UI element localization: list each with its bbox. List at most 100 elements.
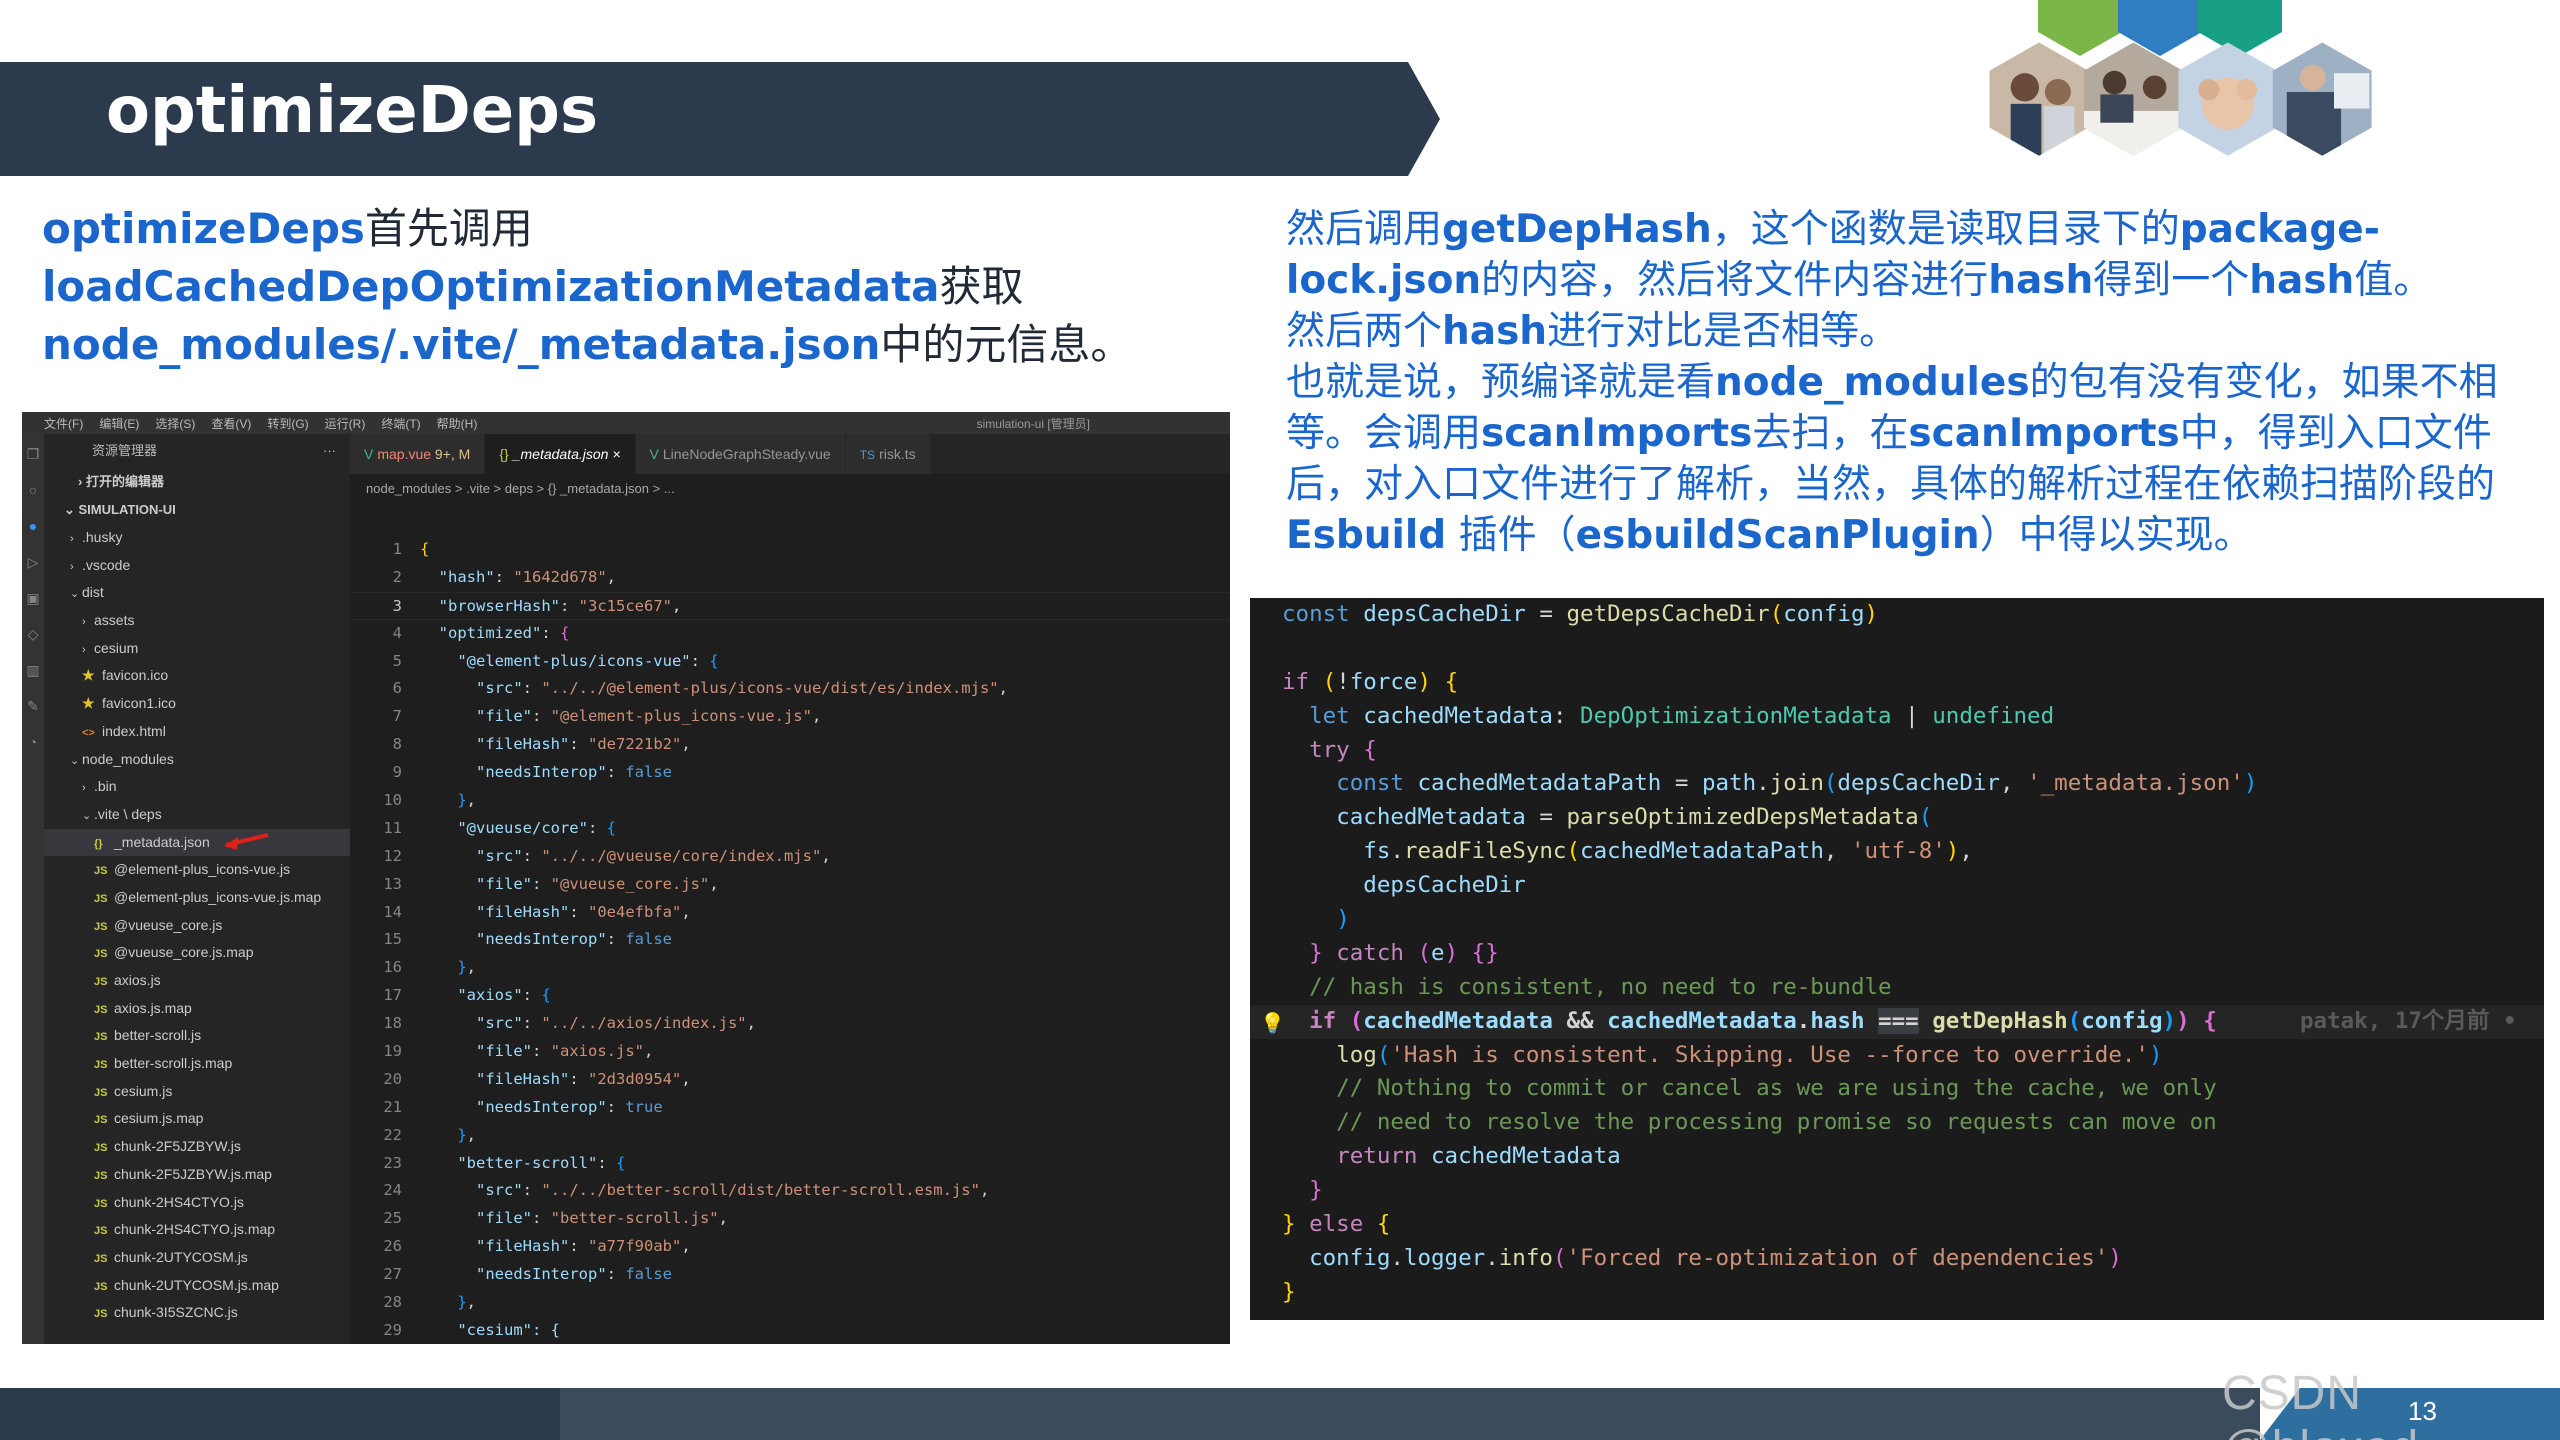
js-file-icon: JS (94, 1086, 108, 1099)
tree-item-label: @element-plus_icons-vue.js.map (114, 888, 322, 905)
open-editors-section[interactable]: › 打开的编辑器 (44, 468, 350, 496)
snippet-line (1250, 632, 2544, 666)
tree-item[interactable]: <> index.html (44, 718, 350, 746)
tree-item[interactable]: › .husky (44, 524, 350, 552)
line-number: 18 (383, 1014, 402, 1033)
tree-item[interactable]: {} _metadata.json (44, 828, 350, 857)
menu-file[interactable]: 文件(F) (44, 415, 83, 432)
tree-item[interactable]: JS chunk-2F5JZBYW.js.map (44, 1161, 350, 1189)
tree-item[interactable]: JS @element-plus_icons-vue.js.map (44, 884, 350, 912)
files-icon[interactable]: ❐ (25, 446, 41, 462)
tree-item[interactable]: JS chunk-3I5SZCNC.js (44, 1299, 350, 1327)
remote-icon[interactable]: ◇ (25, 626, 41, 642)
code-text: "better-scroll": { (457, 1153, 626, 1172)
js-file-icon: JS (94, 976, 108, 988)
t: node_modules (1715, 360, 2030, 405)
js-file-icon: JS (94, 865, 108, 878)
menu-edit[interactable]: 编辑(E) (99, 415, 139, 432)
t: 也就是说，预编译就是看 (1286, 360, 1716, 405)
tree-item[interactable]: JS chunk-2UTYCOSM.js (44, 1244, 350, 1272)
code-text: "cesium": { (457, 1320, 560, 1339)
t: scanImports (1481, 411, 1753, 456)
breadcrumb[interactable]: node_modules > .vite > deps > {} _metada… (350, 474, 1230, 504)
tree-item[interactable]: JS @vueuse_core.js (44, 912, 350, 940)
tree-item-label: favicon.ico (102, 667, 169, 684)
tree-item[interactable]: ★ favicon.ico (44, 662, 350, 690)
menu-selection[interactable]: 选择(S) (155, 415, 195, 432)
snippet-line: // need to resolve the processing promis… (1250, 1106, 2544, 1140)
menu-run[interactable]: 运行(R) (325, 415, 366, 432)
source-control-icon[interactable]: ● (25, 518, 41, 534)
more-actions-icon[interactable]: ··· (323, 434, 336, 468)
editor-tab[interactable]: Vmap.vue 9+, M (350, 434, 486, 474)
tree-item[interactable]: › .vscode (44, 552, 350, 580)
search-icon[interactable]: ○ (25, 482, 41, 498)
para-2: 然后两个hash进行对比是否相等。 (1286, 306, 2516, 357)
code-line: 1{ (350, 536, 1230, 564)
tree-item[interactable]: JS chunk-2F5JZBYW.js (44, 1133, 350, 1161)
close-icon[interactable]: × (608, 446, 620, 462)
code-text: "fileHash": "2d3d0954", (476, 1069, 691, 1088)
t: 进行对比是否相等。 (1547, 309, 1899, 354)
snippet-code: log('Hash is consistent. Skipping. Use -… (1336, 1041, 2163, 1068)
project-section[interactable]: ⌄ SIMULATION-UI (44, 496, 350, 524)
tree-item[interactable]: JS chunk-2HS4CTYO.js.map (44, 1216, 350, 1244)
tree-item[interactable]: › .bin (44, 773, 350, 801)
code-line: 8 "fileHash": "de7221b2", (350, 731, 1230, 759)
activity-bar: ❐ ○ ● ▷ ▣ ◇ ▥ ✎ ◔ (22, 434, 44, 1344)
snippet-line: log('Hash is consistent. Skipping. Use -… (1250, 1039, 2544, 1073)
menu-terminal[interactable]: 终端(T) (381, 415, 420, 432)
extensions-icon[interactable]: ▣ (25, 590, 41, 606)
line-number: 24 (383, 1181, 402, 1200)
chevron-right-icon: › (82, 643, 86, 656)
timeline-icon[interactable]: ◔ (25, 734, 41, 750)
line-number: 12 (383, 846, 402, 865)
tree-item[interactable]: ⌄ .vite \ deps (44, 801, 350, 829)
menu-view[interactable]: 查看(V) (211, 415, 251, 432)
tree-item[interactable]: JS cesium.js.map (44, 1105, 350, 1133)
tree-item[interactable]: JS better-scroll.js.map (44, 1050, 350, 1078)
tree-item[interactable]: JS cesium.js (44, 1078, 350, 1106)
tree-item[interactable]: JS @element-plus_icons-vue.js (44, 856, 350, 884)
editor-tab[interactable]: TS risk.ts (845, 434, 931, 474)
tools-icon[interactable]: ✎ (25, 698, 41, 714)
tree-item[interactable]: JS @vueuse_core.js.map (44, 939, 350, 967)
menu-help[interactable]: 帮助(H) (437, 415, 478, 432)
tree-item[interactable]: › cesium (44, 635, 350, 663)
tab-label: map.vue (377, 446, 432, 462)
vscode-screenshot: 文件(F) 编辑(E) 选择(S) 查看(V) 转到(G) 运行(R) 终端(T… (22, 412, 1230, 1344)
testing-icon[interactable]: ▥ (25, 662, 41, 678)
tree-item[interactable]: JS axios.js.map (44, 995, 350, 1023)
vscode-menubar: 文件(F) 编辑(E) 选择(S) 查看(V) 转到(G) 运行(R) 终端(T… (22, 412, 1230, 434)
snippet-line: cachedMetadata = parseOptimizedDepsMetad… (1250, 801, 2544, 835)
explorer-sidebar: 资源管理器 ··· › 打开的编辑器 ⌄ SIMULATION-UI › .hus… (44, 434, 350, 1344)
snippet-line: config.logger.info('Forced re-optimizati… (1250, 1242, 2544, 1276)
tree-item-label: axios.js (114, 972, 161, 988)
code-line: 23 "better-scroll": { (350, 1150, 1230, 1178)
json-editor[interactable]: 1{2 "hash": "1642d678", 3 "browserHash": … (350, 536, 1230, 1344)
run-debug-icon[interactable]: ▷ (25, 554, 41, 570)
explorer-title: 资源管理器 (92, 443, 158, 458)
line-number: 14 (383, 902, 402, 921)
tree-item[interactable]: JS chunk-2UTYCOSM.js.map (44, 1272, 350, 1300)
tree-item[interactable]: › assets (44, 607, 350, 635)
editor-tab[interactable]: V LineNodeGraphSteady.vue (635, 434, 846, 474)
tree-item[interactable]: ★ favicon1.ico (44, 690, 350, 718)
line-number: 25 (383, 1209, 402, 1228)
tree-item[interactable]: JS chunk-2HS4CTYO.js (44, 1189, 350, 1217)
code-line: 15 "needsInterop": false (350, 926, 1230, 954)
tree-item[interactable]: JS better-scroll.js (44, 1022, 350, 1050)
code-text: "fileHash": "a77f90ab", (476, 1237, 691, 1256)
menu-go[interactable]: 转到(G) (267, 415, 308, 432)
tree-item-label: cesium (94, 639, 139, 656)
tree-item[interactable]: ⌄ node_modules (44, 746, 350, 774)
tree-item[interactable]: JS axios.js (44, 967, 350, 995)
tree-item[interactable]: ⌄ dist (44, 579, 350, 607)
line-number: 5 (392, 651, 402, 670)
snippet-line: try { (1250, 734, 2544, 768)
code-line: 19 "file": "axios.js", (350, 1038, 1230, 1066)
editor-tab[interactable]: {} _metadata.json × (485, 434, 636, 474)
left-description: optimizeDeps首先调用 loadCachedDepOptimizati… (42, 200, 1222, 374)
tree-item-label: .vscode (82, 556, 131, 573)
git-blame-annotation: patak, 17个月前 • (2300, 1007, 2517, 1034)
